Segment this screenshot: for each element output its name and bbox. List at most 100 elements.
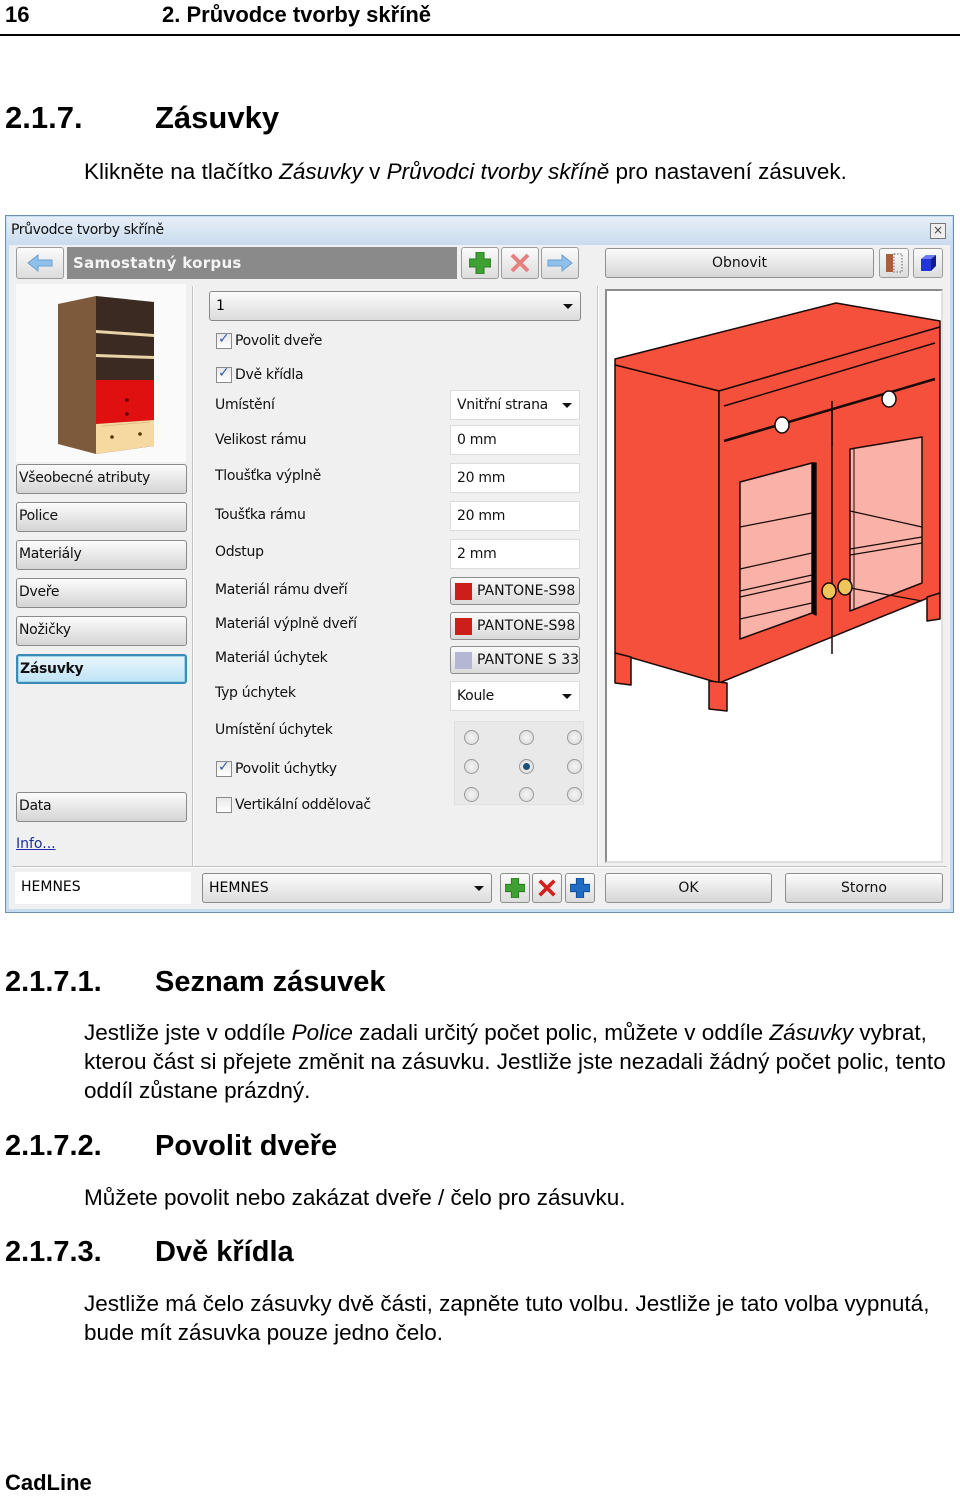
add-template-button[interactable] (500, 873, 530, 903)
3d-preview[interactable] (605, 289, 943, 863)
dialog-titlebar: Průvodce tvorby skříně × (7, 217, 952, 245)
sidebar-item-doors[interactable]: Dveře (16, 578, 187, 608)
arrow-right-icon (547, 253, 573, 273)
divider (12, 866, 947, 868)
checkbox-unchecked-icon[interactable] (216, 797, 232, 813)
placement-select[interactable]: Vnitřní strana (450, 390, 580, 420)
handle-position-radio[interactable] (464, 759, 479, 774)
plus-blue-icon (570, 878, 590, 898)
sidebar-item-legs[interactable]: Nožičky (16, 616, 187, 646)
two-wings-label: Dvě křídla (235, 367, 304, 383)
frame-material-label: Materiál rámu dveří (215, 582, 348, 598)
handle-position-grid (454, 721, 584, 805)
handle-material-label: Materiál úchytek (215, 650, 328, 666)
fill-material-label: Materiál výplně dveří (215, 616, 357, 632)
chevron-down-icon (562, 403, 572, 408)
cube-icon (921, 255, 936, 271)
handle-position-radio[interactable] (464, 787, 479, 802)
handle-position-radio[interactable] (519, 759, 534, 774)
template-select[interactable]: HEMNES (202, 873, 492, 903)
delete-button[interactable] (501, 247, 539, 279)
text: zadali určitý počet polic, můžete v oddí… (352, 1020, 770, 1045)
info-link[interactable]: Info... (16, 836, 56, 852)
plus-icon (505, 878, 525, 898)
forward-button[interactable] (541, 247, 579, 279)
intro-emphasis: Průvodci tvorby skříně (386, 159, 610, 184)
fill-material-button[interactable]: PANTONE-S98 (450, 612, 580, 640)
vertical-divider-label: Vertikální oddělovač (235, 797, 371, 813)
frame-thickness-input[interactable]: 20 mm (450, 501, 580, 531)
frame-material-button[interactable]: PANTONE-S98 (450, 577, 580, 605)
add-button[interactable] (461, 247, 499, 279)
cabinet-thumbnail-image (58, 296, 154, 454)
frame-thickness-label: Toušťka rámu (215, 507, 306, 523)
handle-position-radio[interactable] (567, 759, 582, 774)
color-swatch (455, 651, 472, 669)
handle-position-radio[interactable] (464, 730, 479, 745)
two-wings-checkbox[interactable]: Dvě křídla (216, 365, 304, 383)
handle-position-radio[interactable] (567, 730, 582, 745)
enable-door-checkbox[interactable]: Povolit dveře (216, 331, 322, 349)
library-button[interactable] (879, 248, 909, 278)
drawer-select[interactable]: 1 (209, 291, 581, 321)
sidebar-item-drawers[interactable]: Zásuvky (16, 654, 187, 684)
text: Jestliže jste v oddíle (84, 1020, 292, 1045)
intro-text: pro nastavení zásuvek. (609, 159, 847, 184)
subsection-number: 2.1.7.3. (5, 1236, 102, 1268)
chevron-down-icon (563, 304, 573, 309)
enable-handles-checkbox[interactable]: Povolit úchytky (216, 759, 337, 777)
text-emphasis: Police (291, 1020, 353, 1045)
checkbox-checked-icon[interactable] (216, 331, 232, 349)
handle-type-value: Koule (457, 688, 494, 704)
divider (597, 286, 599, 866)
ok-button[interactable]: OK (605, 873, 772, 903)
handle-position-radio[interactable] (519, 730, 534, 745)
cross-icon (538, 879, 556, 897)
save-template-button[interactable] (565, 873, 595, 903)
chapter-title: 2. Průvodce tvorby skříně (162, 2, 431, 27)
sidebar-item-shelves[interactable]: Police (16, 502, 187, 532)
fill-thickness-input[interactable]: 20 mm (450, 463, 580, 493)
drawer-select-value: 1 (216, 298, 225, 314)
refresh-button[interactable]: Obnovit (605, 248, 874, 278)
sidebar-item-materials[interactable]: Materiály (16, 540, 187, 570)
subsection-text: Jestliže jste v oddíle Police zadali urč… (84, 1018, 954, 1105)
placement-value: Vnitřní strana (457, 397, 548, 413)
intro-text: Klikněte na tlačítko (84, 159, 280, 184)
handle-position-radio[interactable] (567, 787, 582, 802)
vertical-divider-checkbox[interactable]: Vertikální oddělovač (216, 797, 371, 813)
frame-size-input[interactable]: 0 mm (450, 425, 580, 455)
3d-view-button[interactable] (913, 248, 943, 278)
footer-brand: CadLine (5, 1470, 92, 1495)
wizard-dialog: Průvodce tvorby skříně × Samostatný korp… (5, 215, 954, 913)
sidebar-item-general[interactable]: Všeobecné atributy (16, 464, 187, 494)
frame-size-label: Velikost rámu (215, 432, 307, 448)
door-library-icon (886, 253, 903, 273)
offset-label: Odstup (215, 544, 264, 560)
handle-material-button[interactable]: PANTONE S 33 (450, 646, 580, 674)
handle-position-label: Umístění úchytek (215, 722, 333, 738)
delete-template-button[interactable] (532, 873, 562, 903)
text-emphasis: Zásuvky (769, 1020, 854, 1045)
handle-position-radio[interactable] (519, 787, 534, 802)
section-number: 2.1.7. (5, 100, 83, 135)
name-input[interactable]: HEMNES (15, 872, 191, 904)
checkbox-checked-icon[interactable] (216, 759, 232, 777)
fill-thickness-label: Tloušťka výplně (215, 468, 321, 484)
placement-label: Umístění (215, 397, 275, 413)
cross-icon (510, 253, 530, 273)
nav-title: Samostatný korpus (67, 247, 457, 279)
cancel-button[interactable]: Storno (785, 873, 943, 903)
section-intro: Klikněte na tlačítko Zásuvky v Průvodci … (84, 157, 954, 186)
close-icon[interactable]: × (930, 223, 946, 239)
divider (192, 286, 194, 866)
subsection-number: 2.1.7.2. (5, 1130, 102, 1162)
subsection-text: Jestliže má čelo zásuvky dvě části, zapn… (84, 1291, 930, 1345)
back-button[interactable] (16, 247, 64, 279)
color-swatch (455, 582, 472, 600)
checkbox-checked-icon[interactable] (216, 365, 232, 383)
handle-type-select[interactable]: Koule (450, 681, 580, 711)
data-button[interactable]: Data (16, 792, 187, 822)
offset-input[interactable]: 2 mm (450, 539, 580, 569)
page-number: 16 (5, 2, 30, 27)
